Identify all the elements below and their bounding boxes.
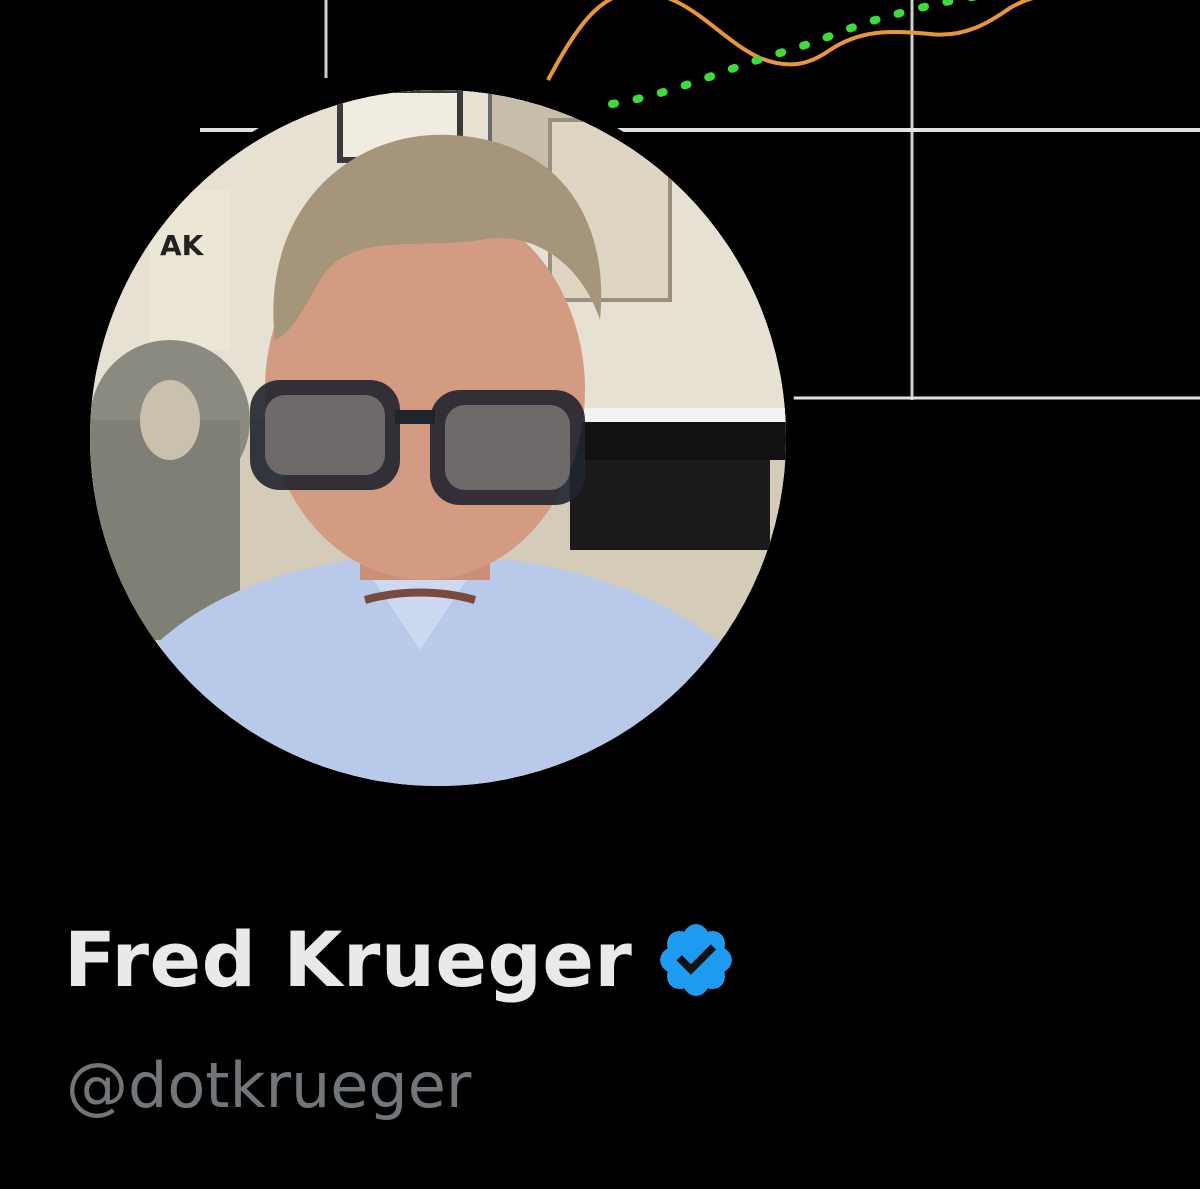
- avatar-photo: AK: [90, 90, 786, 786]
- svg-text:AK: AK: [160, 229, 205, 262]
- profile-name-row: Fred Krueger: [64, 900, 738, 1020]
- profile-handle: @dotkrueger: [66, 1049, 472, 1122]
- avatar[interactable]: AK: [90, 90, 786, 786]
- verified-badge-icon[interactable]: [654, 918, 738, 1002]
- display-name: Fred Krueger: [64, 915, 633, 1004]
